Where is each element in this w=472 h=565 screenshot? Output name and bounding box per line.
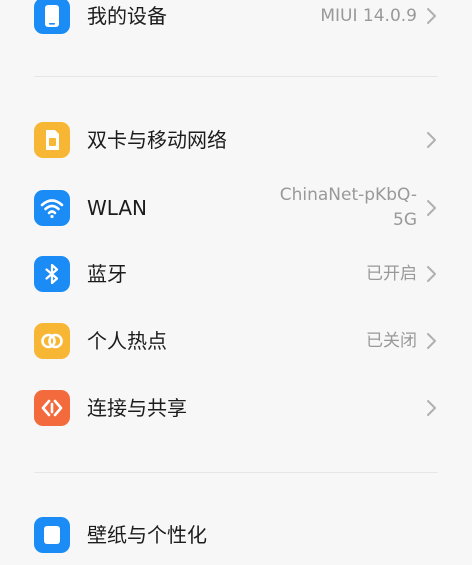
hotspot-status-value: 已关闭 [366, 331, 417, 351]
chevron-right-icon [425, 331, 439, 351]
wlan-label: WLAN [87, 196, 148, 220]
wifi-icon [34, 190, 70, 226]
bluetooth-row[interactable]: 蓝牙 已开启 [0, 244, 472, 304]
wlan-network-value: ChinaNet-pKbQ- 5G [257, 183, 417, 233]
connection-sharing-row[interactable]: 连接与共享 [0, 378, 472, 438]
chevron-right-icon [425, 198, 439, 218]
bluetooth-label: 蓝牙 [87, 262, 127, 286]
sim-card-icon [34, 122, 70, 158]
miui-version-value: MIUI 14.0.9 [320, 6, 417, 26]
phone-icon [34, 0, 70, 34]
section-divider [34, 472, 438, 473]
wlan-ssid-line2: 5G [393, 210, 417, 230]
chevron-right-icon [425, 130, 439, 150]
my-device-label: 我的设备 [87, 4, 167, 28]
personal-hotspot-row[interactable]: 个人热点 已关闭 [0, 311, 472, 371]
wallpaper-icon [34, 517, 70, 553]
connection-sharing-label: 连接与共享 [87, 396, 187, 420]
section-divider [34, 76, 438, 77]
dual-sim-label: 双卡与移动网络 [87, 128, 227, 152]
wlan-ssid-line1: ChinaNet-pKbQ- [279, 185, 417, 205]
wallpaper-label: 壁纸与个性化 [87, 523, 207, 547]
dual-sim-mobile-network-row[interactable]: 双卡与移动网络 [0, 110, 472, 170]
share-icon [34, 390, 70, 426]
bluetooth-status-value: 已开启 [366, 264, 417, 284]
bluetooth-icon [34, 256, 70, 292]
chevron-right-icon [425, 264, 439, 284]
personal-hotspot-label: 个人热点 [87, 329, 167, 353]
chevron-right-icon [425, 398, 439, 418]
wallpaper-personalization-row[interactable]: 壁纸与个性化 [0, 505, 472, 565]
my-device-row[interactable]: 我的设备 MIUI 14.0.9 [0, 0, 472, 46]
wlan-row[interactable]: WLAN ChinaNet-pKbQ- 5G [0, 178, 472, 238]
hotspot-icon [34, 323, 70, 359]
chevron-right-icon [425, 6, 439, 26]
